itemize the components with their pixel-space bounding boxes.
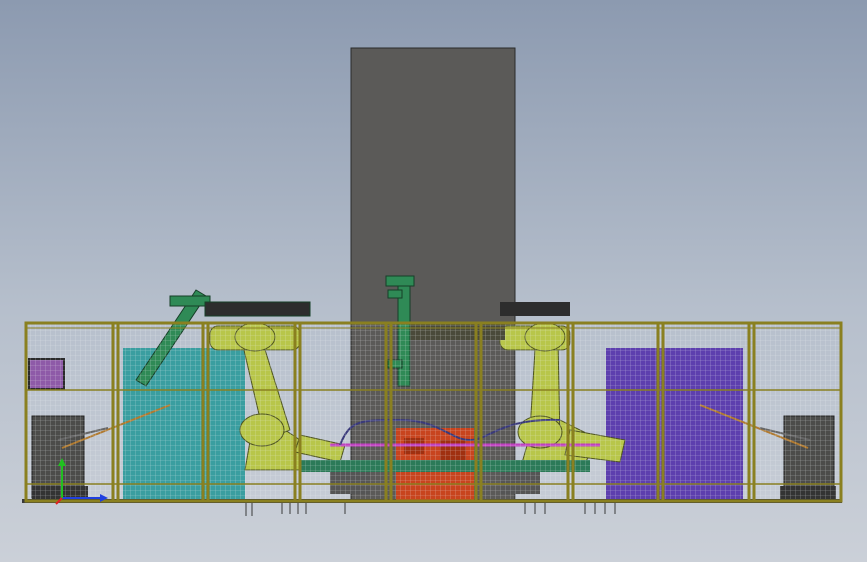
floor-bolts (245, 503, 616, 516)
cad-viewport[interactable] (0, 0, 867, 562)
safety-fence-mesh (26, 324, 841, 499)
robot-cell-model (22, 47, 843, 516)
